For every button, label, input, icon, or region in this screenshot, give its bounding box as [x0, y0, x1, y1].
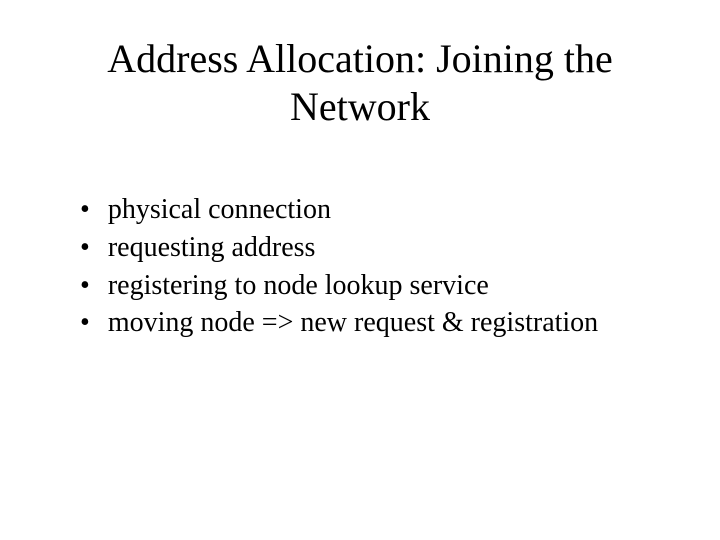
bullet-icon: • — [80, 304, 90, 342]
bullet-text: registering to node lookup service — [108, 267, 670, 305]
list-item: • requesting address — [80, 229, 670, 267]
bullet-text: physical connection — [108, 191, 670, 229]
bullet-text: requesting address — [108, 229, 670, 267]
bullet-icon: • — [80, 191, 90, 229]
list-item: • moving node => new request & registrat… — [80, 304, 670, 342]
bullet-list: • physical connection • requesting addre… — [50, 191, 670, 342]
bullet-icon: • — [80, 267, 90, 305]
bullet-icon: • — [80, 229, 90, 267]
bullet-text: moving node => new request & registratio… — [108, 304, 670, 342]
list-item: • physical connection — [80, 191, 670, 229]
slide-title: Address Allocation: Joining the Network — [50, 35, 670, 131]
list-item: • registering to node lookup service — [80, 267, 670, 305]
